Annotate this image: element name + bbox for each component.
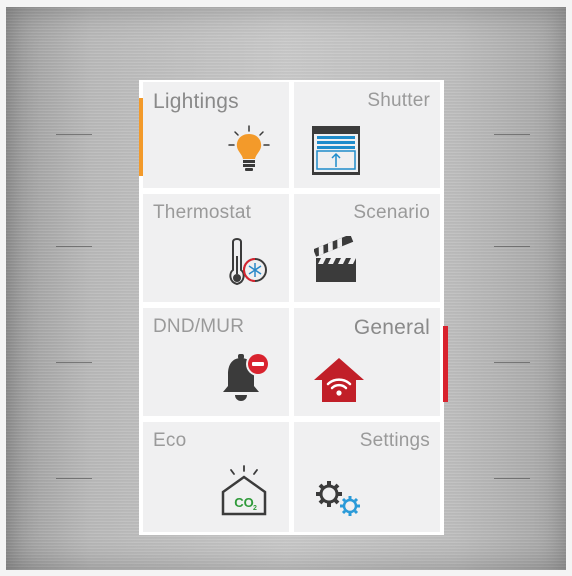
gears-icon [316,481,360,516]
svg-text:2: 2 [253,505,257,512]
tile-scenario[interactable]: Scenario [294,194,440,302]
tile-label: Settings [359,430,430,451]
right-tick-4 [494,478,530,479]
home-wifi-icon [314,358,364,402]
right-tick-3 [494,362,530,363]
tile-dnd-mur[interactable]: DND/MUR [143,308,289,416]
left-tick-2 [56,246,92,247]
tile-general[interactable]: General [294,308,448,416]
thermometer-icon [229,238,267,286]
lightings-active-indicator [139,98,143,176]
touch-panel: Lightings Shutter Thermostat Scenario DN… [139,80,448,535]
tile-label: Thermostat [153,202,252,223]
right-tick-2 [494,246,530,247]
tile-label: DND/MUR [153,316,245,337]
shutter-icon [312,126,360,175]
tile-eco[interactable]: Eco CO 2 [143,422,289,532]
general-active-indicator [443,326,448,402]
tile-label: Shutter [367,90,430,111]
tile-label: Scenario [353,202,430,223]
left-tick-1 [56,134,92,135]
co2-house-icon: CO 2 [221,465,267,516]
svg-text:CO: CO [234,495,254,510]
left-tick-4 [56,478,92,479]
clapperboard-icon [314,236,356,282]
lightbulb-icon [228,125,270,171]
tile-label: Eco [153,430,187,451]
tile-thermostat[interactable]: Thermostat [143,194,289,302]
tile-label: Lightings [153,90,239,113]
tile-lightings[interactable]: Lightings [139,82,289,188]
bell-dnd-icon [223,352,270,401]
tile-settings[interactable]: Settings [294,422,440,532]
tile-label: General [353,316,430,339]
tile-shutter[interactable]: Shutter [294,82,440,188]
right-tick-1 [494,134,530,135]
left-tick-3 [56,362,92,363]
